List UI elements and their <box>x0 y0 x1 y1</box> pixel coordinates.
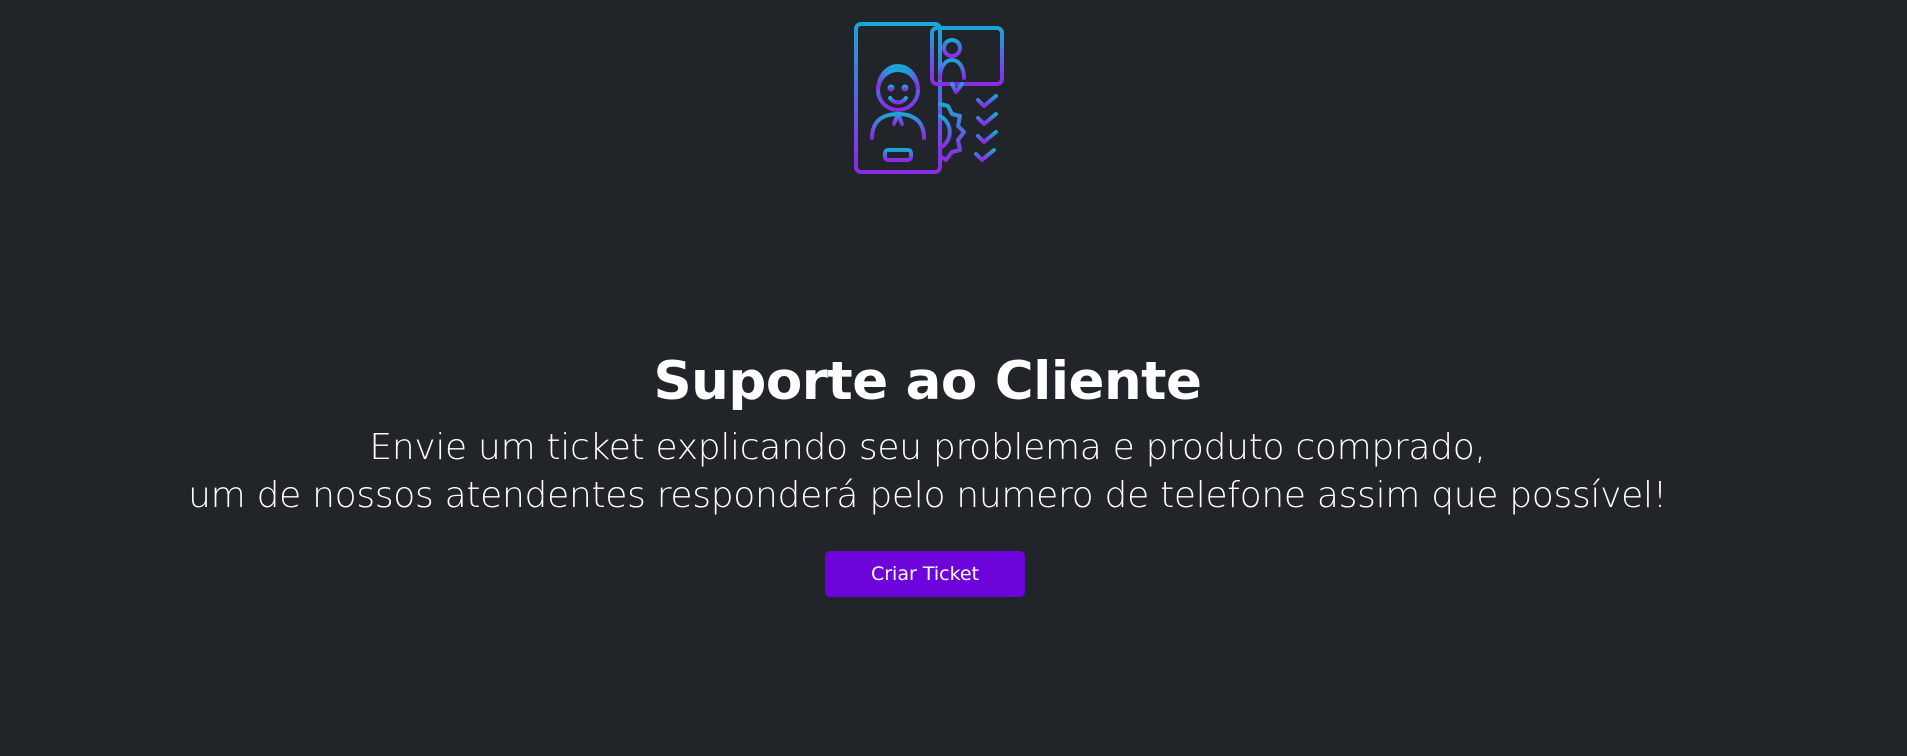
customer-support-icon <box>848 20 1008 176</box>
page-title: Suporte ao Cliente <box>653 351 1202 412</box>
page-subtitle: Envie um ticket explicando seu problema … <box>0 424 1855 520</box>
subtitle-line-1: Envie um ticket explicando seu problema … <box>369 427 1486 468</box>
create-ticket-button[interactable]: Criar Ticket <box>825 551 1025 597</box>
subtitle-line-2: um de nossos atendentes responderá pelo … <box>188 475 1667 516</box>
